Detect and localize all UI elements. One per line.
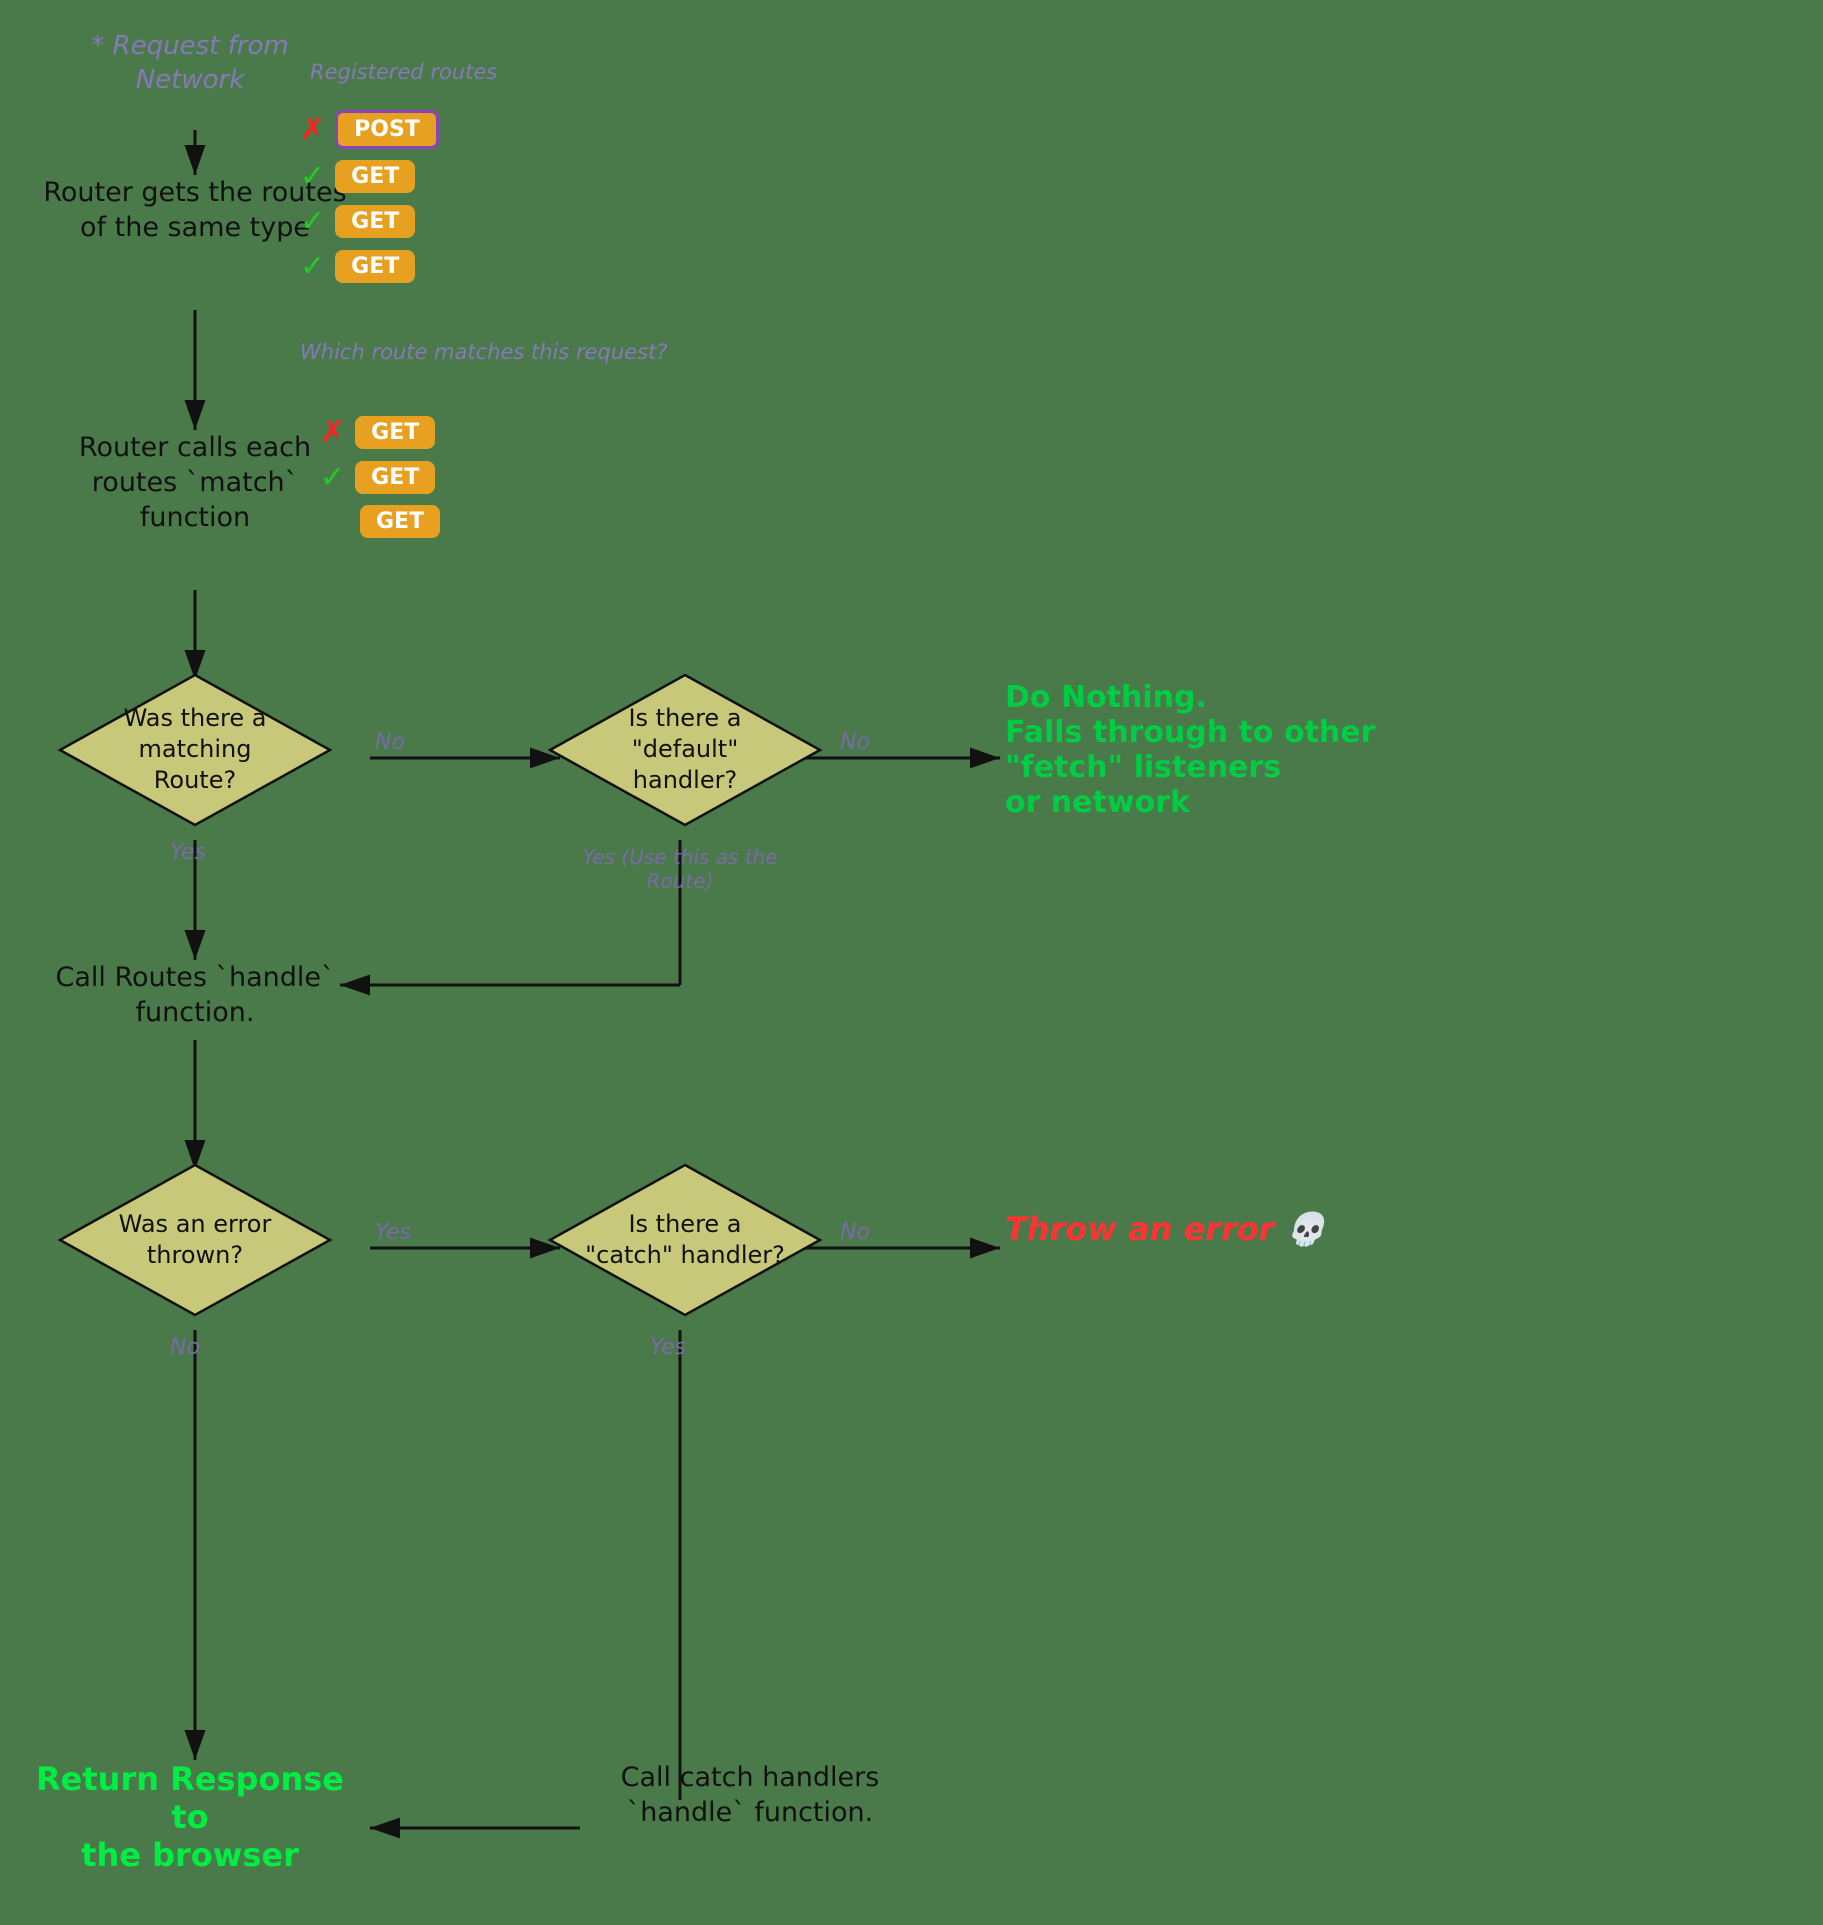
throw-error-text: Throw an error 💀 <box>1005 1210 1326 1248</box>
match-get3-badge: GET <box>360 505 440 538</box>
call-catch-handlers: Call catch handlers`handle` function. <box>580 1760 920 1830</box>
yes-use-label: Yes (Use this as the Route) <box>550 845 810 893</box>
yes-label-2: Yes <box>375 1220 411 1245</box>
return-response-text: Return Response tothe browser <box>30 1760 350 1874</box>
yes-label-1: Yes <box>170 840 206 865</box>
default-handler-diamond: Is there a"default" handler? <box>545 670 825 830</box>
no-label-1: No <box>375 730 405 755</box>
get3-check: ✓ <box>300 249 325 284</box>
request-from-network-label: * Request from Network <box>60 30 320 98</box>
catch-handler-diamond: Is there a"catch" handler? <box>545 1160 825 1320</box>
matching-route-diamond: Was there amatching Route? <box>55 670 335 830</box>
no-label-3: No <box>170 1335 200 1360</box>
registered-routes-group: ✗ POST ✓ GET ✓ GET ✓ GET <box>300 110 439 284</box>
call-routes-handle: Call Routes `handle`function. <box>30 960 360 1030</box>
get1-check: ✓ <box>300 159 325 194</box>
router-calls-match: Router calls eachroutes `match`function <box>30 430 360 535</box>
post-badge: POST <box>335 110 439 149</box>
get2-badge: GET <box>335 205 415 238</box>
get1-badge: GET <box>335 160 415 193</box>
no-label-2: No <box>840 730 870 755</box>
diagram-container: * Request from Network Router gets the r… <box>0 0 1823 1925</box>
do-nothing-text: Do Nothing.Falls through to other"fetch"… <box>1005 680 1385 820</box>
get3-badge: GET <box>335 250 415 283</box>
yes-label-3: Yes <box>650 1335 686 1360</box>
match-get1-badge: GET <box>355 416 435 449</box>
no-label-4: No <box>840 1220 870 1245</box>
match-get2-badge: GET <box>355 461 435 494</box>
registered-routes-label: Registered routes <box>310 60 497 84</box>
get2-check: ✓ <box>300 204 325 239</box>
post-x-mark: ✗ <box>300 112 325 147</box>
error-thrown-diamond: Was an errorthrown? <box>55 1160 335 1320</box>
which-route-label: Which route matches this request? <box>300 340 667 364</box>
